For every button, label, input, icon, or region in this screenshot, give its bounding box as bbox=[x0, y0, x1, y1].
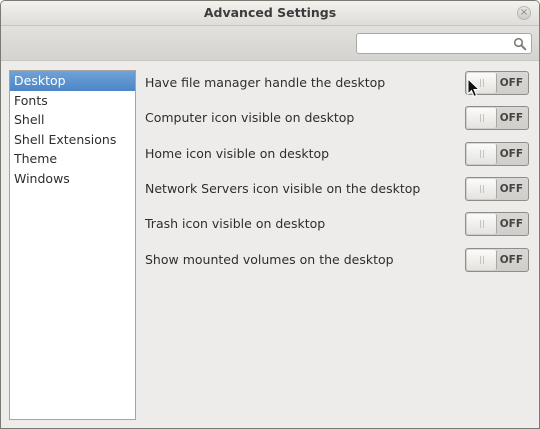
setting-row-network-servers-icon: Network Servers icon visible on the desk… bbox=[145, 172, 531, 206]
setting-label: Have file manager handle the desktop bbox=[145, 75, 386, 90]
toggle-knob[interactable] bbox=[467, 73, 497, 93]
toggle-knob[interactable] bbox=[467, 214, 497, 234]
sidebar-item-fonts[interactable]: Fonts bbox=[10, 91, 135, 111]
toggle-state: OFF bbox=[499, 77, 523, 89]
toggle-knob[interactable] bbox=[467, 179, 497, 199]
toggle-state: OFF bbox=[499, 112, 523, 124]
toggle-knob[interactable] bbox=[467, 108, 497, 128]
search-input[interactable] bbox=[361, 36, 509, 51]
setting-row-home-icon: Home icon visible on desktop OFF bbox=[145, 137, 531, 171]
setting-row-file-manager-desktop: Have file manager handle the desktop OFF bbox=[145, 66, 531, 100]
toolbar bbox=[1, 26, 539, 61]
sidebar-item-theme[interactable]: Theme bbox=[10, 149, 135, 169]
computer-icon-toggle[interactable]: OFF bbox=[465, 106, 529, 130]
toggle-state: OFF bbox=[499, 218, 523, 230]
advanced-settings-window: Advanced Settings × Desktop Fonts Shell … bbox=[0, 0, 540, 429]
file-manager-desktop-toggle[interactable]: OFF bbox=[465, 71, 529, 95]
window-title: Advanced Settings bbox=[203, 5, 337, 20]
close-icon[interactable]: × bbox=[517, 6, 531, 20]
category-list: Desktop Fonts Shell Shell Extensions The… bbox=[9, 70, 136, 420]
home-icon-toggle[interactable]: OFF bbox=[465, 142, 529, 166]
sidebar-item-windows[interactable]: Windows bbox=[10, 169, 135, 189]
search-icon[interactable] bbox=[513, 37, 527, 51]
setting-row-trash-icon: Trash icon visible on desktop OFF bbox=[145, 207, 531, 241]
toggle-state: OFF bbox=[499, 148, 523, 160]
search-box[interactable] bbox=[356, 33, 532, 54]
trash-icon-toggle[interactable]: OFF bbox=[465, 212, 529, 236]
setting-label: Network Servers icon visible on the desk… bbox=[145, 181, 421, 196]
setting-row-computer-icon: Computer icon visible on desktop OFF bbox=[145, 101, 531, 135]
toggle-knob[interactable] bbox=[467, 250, 497, 270]
setting-label: Trash icon visible on desktop bbox=[145, 216, 326, 231]
setting-row-mounted-volumes: Show mounted volumes on the desktop OFF bbox=[145, 243, 531, 277]
network-servers-icon-toggle[interactable]: OFF bbox=[465, 177, 529, 201]
sidebar-item-desktop[interactable]: Desktop bbox=[10, 71, 135, 91]
sidebar-item-shell[interactable]: Shell bbox=[10, 110, 135, 130]
setting-label: Show mounted volumes on the desktop bbox=[145, 252, 394, 267]
toggle-knob[interactable] bbox=[467, 144, 497, 164]
mounted-volumes-toggle[interactable]: OFF bbox=[465, 248, 529, 272]
title-bar: Advanced Settings × bbox=[1, 1, 539, 26]
setting-label: Computer icon visible on desktop bbox=[145, 110, 355, 125]
sidebar-item-shell-extensions[interactable]: Shell Extensions bbox=[10, 130, 135, 150]
toggle-state: OFF bbox=[499, 183, 523, 195]
toggle-state: OFF bbox=[499, 254, 523, 266]
setting-label: Home icon visible on desktop bbox=[145, 146, 330, 161]
